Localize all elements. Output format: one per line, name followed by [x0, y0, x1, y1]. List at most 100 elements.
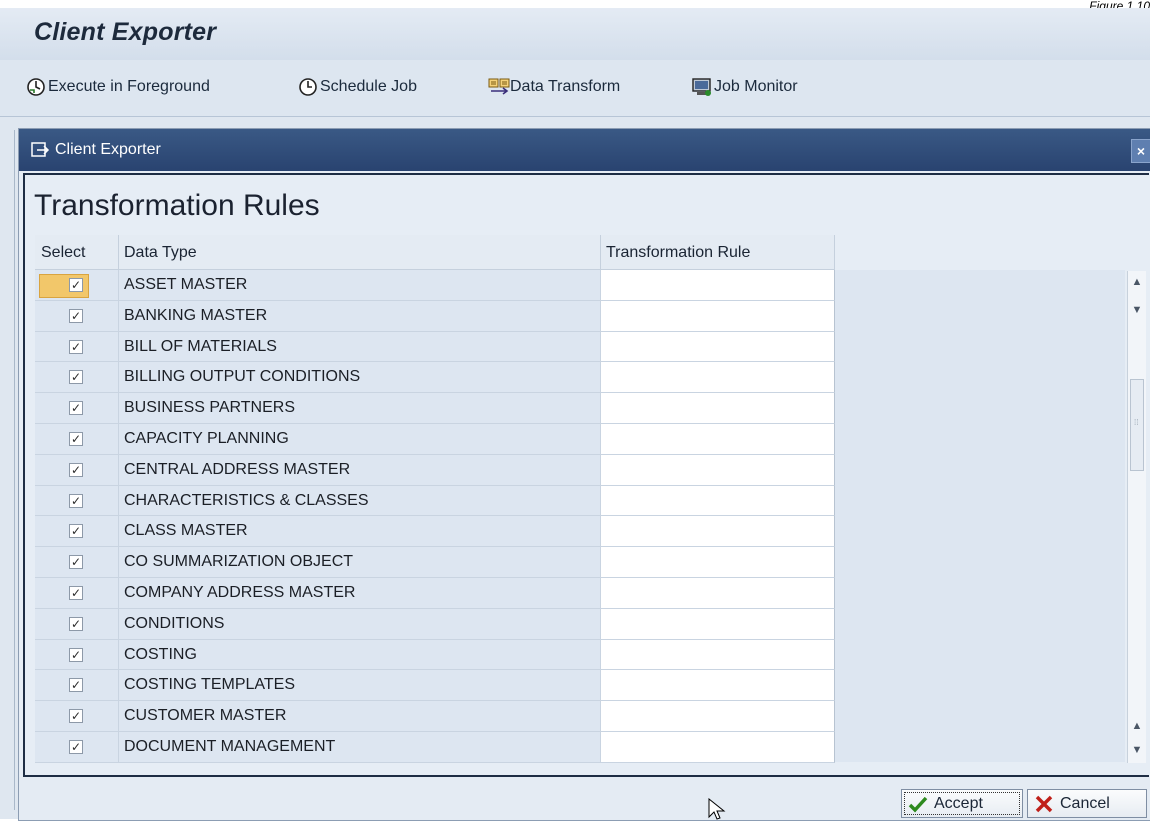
scroll-page-down-icon[interactable]: ▼ [1129, 741, 1145, 759]
section-title: Transformation Rules [34, 189, 320, 222]
select-checkbox[interactable]: ✓ [69, 493, 83, 508]
vertical-scrollbar[interactable]: ▲ ▼ ⁞⁞ ▲ ▼ [1127, 271, 1146, 763]
transformation-rule-input[interactable] [601, 393, 835, 424]
transformation-rule-input[interactable] [601, 300, 835, 332]
table-row[interactable]: ✓ BILL OF MATERIALS [35, 331, 835, 363]
data-type-cell: CO SUMMARIZATION OBJECT [119, 547, 601, 578]
table-row[interactable]: ✓ CLASS MASTER [35, 516, 835, 548]
select-checkbox[interactable]: ✓ [69, 524, 83, 539]
column-header-data-type[interactable]: Data Type [119, 235, 601, 270]
select-cell[interactable]: ✓ [35, 331, 119, 363]
transformation-rule-input[interactable] [601, 362, 835, 394]
close-icon[interactable]: × [1131, 139, 1150, 163]
data-type-cell: COSTING [119, 639, 601, 671]
select-checkbox[interactable]: ✓ [69, 370, 83, 385]
transformation-rule-input[interactable] [601, 331, 835, 363]
transformation-rule-input[interactable] [601, 608, 835, 640]
select-checkbox[interactable]: ✓ [69, 739, 83, 754]
select-cell[interactable]: ✓ [35, 270, 119, 301]
data-type-cell: BANKING MASTER [119, 300, 601, 332]
select-cell[interactable]: ✓ [35, 639, 119, 671]
table-row[interactable]: ✓ COSTING TEMPLATES [35, 670, 835, 702]
job-monitor-button[interactable]: Job Monitor [692, 75, 798, 99]
select-checkbox[interactable]: ✓ [69, 431, 83, 446]
transformation-rule-input[interactable] [601, 731, 835, 763]
select-cell[interactable]: ✓ [35, 485, 119, 517]
select-cell[interactable]: ✓ [35, 608, 119, 640]
select-cell[interactable]: ✓ [35, 454, 119, 486]
cancel-button[interactable]: Cancel [1027, 789, 1147, 818]
select-checkbox[interactable]: ✓ [69, 616, 83, 631]
select-cell[interactable]: ✓ [35, 362, 119, 394]
select-cell[interactable]: ✓ [35, 300, 119, 332]
select-cell[interactable]: ✓ [35, 670, 119, 702]
select-checkbox[interactable]: ✓ [69, 308, 83, 323]
transformation-rule-input[interactable] [601, 577, 835, 609]
select-checkbox[interactable]: ✓ [69, 647, 83, 662]
table-row[interactable]: ✓ BILLING OUTPUT CONDITIONS [35, 362, 835, 394]
select-checkbox[interactable]: ✓ [69, 278, 83, 292]
table-row[interactable]: ✓ BUSINESS PARTNERS [35, 393, 835, 424]
execute-clock-icon [26, 77, 46, 97]
grip-icon: ⁞⁞ [1134, 418, 1139, 427]
table-row[interactable]: ✓ CAPACITY PLANNING [35, 423, 835, 455]
data-type-cell: BUSINESS PARTNERS [119, 393, 601, 424]
table-row[interactable]: ✓ CO SUMMARIZATION OBJECT [35, 547, 835, 578]
transformation-rule-input[interactable] [601, 423, 835, 455]
clock-icon [298, 77, 318, 97]
select-cell[interactable]: ✓ [35, 701, 119, 732]
select-checkbox[interactable]: ✓ [69, 585, 83, 600]
table-row[interactable]: ✓ CENTRAL ADDRESS MASTER [35, 454, 835, 486]
transformation-rule-input[interactable] [601, 639, 835, 671]
scroll-page-up-icon[interactable]: ▲ [1129, 717, 1145, 735]
data-type-cell: CLASS MASTER [119, 516, 601, 548]
table-row[interactable]: ✓ CUSTOMER MASTER [35, 701, 835, 732]
scroll-up-icon[interactable]: ▲ [1129, 273, 1145, 291]
accept-button[interactable]: Accept [901, 789, 1023, 818]
select-checkbox[interactable]: ✓ [69, 555, 83, 570]
select-cell[interactable]: ✓ [35, 393, 119, 424]
select-checkbox[interactable]: ✓ [69, 678, 83, 693]
transformation-rule-input[interactable] [601, 547, 835, 578]
dialog-titlebar[interactable]: Client Exporter × [19, 129, 1150, 171]
table-row[interactable]: ✓ COMPANY ADDRESS MASTER [35, 577, 835, 609]
select-cell[interactable]: ✓ [35, 577, 119, 609]
transformation-rule-input[interactable] [601, 701, 835, 732]
select-checkbox[interactable]: ✓ [69, 401, 83, 416]
table-row[interactable]: ✓ BANKING MASTER [35, 300, 835, 332]
table-row[interactable]: ✓ CONDITIONS [35, 608, 835, 640]
scroll-down-icon[interactable]: ▼ [1129, 301, 1145, 319]
select-cell[interactable]: ✓ [35, 423, 119, 455]
transformation-rule-input[interactable] [601, 516, 835, 548]
transformation-rule-input[interactable] [601, 270, 835, 301]
select-cell[interactable]: ✓ [35, 731, 119, 763]
application-toolbar: Execute in Foreground Schedule Job Data … [0, 60, 1150, 117]
scrollbar-thumb[interactable]: ⁞⁞ [1130, 379, 1144, 471]
column-header-transformation-rule[interactable]: Transformation Rule [601, 235, 835, 270]
data-type-cell: BILL OF MATERIALS [119, 331, 601, 363]
table-row[interactable]: ✓ CHARACTERISTICS & CLASSES [35, 485, 835, 517]
data-type-cell: ASSET MASTER [119, 270, 601, 301]
schedule-job-button[interactable]: Schedule Job [298, 75, 417, 99]
data-transform-label: Data Transform [510, 78, 621, 95]
accept-label: Accept [934, 794, 983, 812]
dialog-title: Client Exporter [55, 141, 161, 158]
client-exporter-dialog: Client Exporter × Transformation Rules S… [18, 128, 1150, 821]
column-header-select[interactable]: Select [35, 235, 119, 270]
execute-foreground-button[interactable]: Execute in Foreground [26, 75, 210, 99]
select-checkbox[interactable]: ✓ [69, 462, 83, 477]
transformation-rule-input[interactable] [601, 670, 835, 702]
app-header: Client Exporter [0, 8, 1150, 60]
table-row[interactable]: ✓ ASSET MASTER [35, 270, 835, 301]
dialog-button-bar: Accept Cancel [19, 777, 1150, 820]
select-checkbox[interactable]: ✓ [69, 339, 83, 354]
transformation-rule-input[interactable] [601, 454, 835, 486]
table-row[interactable]: ✓ DOCUMENT MANAGEMENT [35, 731, 835, 763]
select-cell[interactable]: ✓ [35, 516, 119, 548]
select-cell[interactable]: ✓ [35, 547, 119, 578]
data-transform-icon [488, 77, 510, 97]
data-transform-button[interactable]: Data Transform [488, 75, 620, 99]
select-checkbox[interactable]: ✓ [69, 709, 83, 724]
table-row[interactable]: ✓ COSTING [35, 639, 835, 671]
transformation-rule-input[interactable] [601, 485, 835, 517]
